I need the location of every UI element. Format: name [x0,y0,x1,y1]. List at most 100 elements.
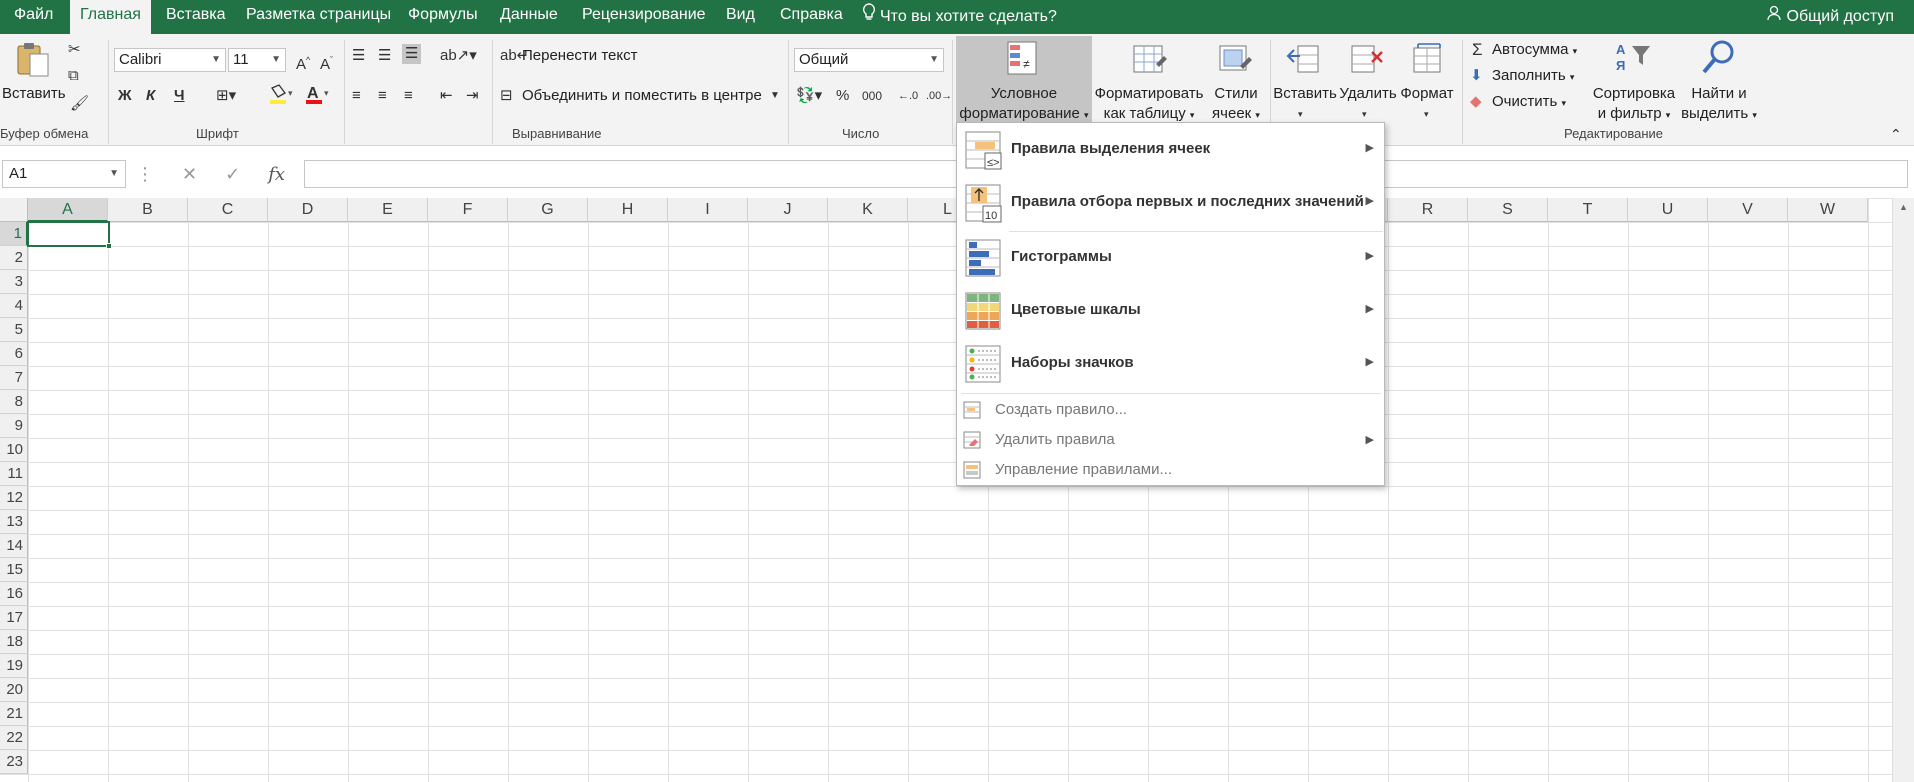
sort-filter-label-2[interactable]: и фильтр ▾ [1586,104,1682,125]
row-header[interactable]: 19 [0,654,28,678]
top-bottom-rules-item[interactable]: 10 Правила отбора первых и последних зна… [957,178,1384,230]
manage-rules-item[interactable]: Управление правилами... [957,455,1384,485]
tab-home[interactable]: Главная [70,0,151,34]
column-header[interactable]: T [1548,198,1628,222]
delete-cells-button[interactable]: Удалить [1336,84,1400,104]
column-header[interactable]: G [508,198,588,222]
row-header[interactable]: 4 [0,294,28,318]
number-format-select[interactable]: Общий ▼ [794,48,944,72]
copy-icon[interactable]: ⧉ [68,66,79,86]
column-header[interactable]: W [1788,198,1868,222]
sort-filter-label-1[interactable]: Сортировка [1586,84,1682,104]
column-header[interactable]: S [1468,198,1548,222]
column-header[interactable]: U [1628,198,1708,222]
increase-indent-icon[interactable]: ⇥ [466,86,479,106]
data-bars-item[interactable]: Гистограммы ▶ [957,233,1384,285]
format-cells-arrow[interactable]: ▾ [1424,104,1429,124]
fill-handle[interactable] [106,243,112,249]
scroll-up-icon[interactable]: ▲ [1893,202,1914,212]
vertical-scrollbar[interactable]: ▲ [1892,198,1914,782]
tab-data[interactable]: Данные [490,0,568,34]
row-header[interactable]: 6 [0,342,28,366]
cut-icon[interactable]: ✂ [68,40,81,60]
row-header[interactable]: 23 [0,750,28,774]
row-header[interactable]: 10 [0,438,28,462]
underline-button[interactable]: Ч [174,86,185,106]
row-header[interactable]: 7 [0,366,28,390]
align-right-icon[interactable]: ≡ [404,86,413,106]
column-header[interactable]: D [268,198,348,222]
row-header[interactable]: 18 [0,630,28,654]
enter-icon[interactable]: ✓ [225,164,240,185]
tab-insert[interactable]: Вставка [156,0,235,34]
format-painter-icon[interactable]: 🖌 [70,94,89,114]
column-header[interactable]: A [28,198,108,222]
font-size-select[interactable]: 11 ▼ [228,48,286,72]
name-box[interactable]: A1 ▼ [2,160,126,188]
merge-icon[interactable]: ⊟ [500,86,513,106]
format-cells-button[interactable]: Формат [1396,84,1458,104]
cancel-icon[interactable]: ✕ [182,164,197,185]
thousands-button[interactable]: 000 [862,86,882,106]
column-header[interactable]: R [1388,198,1468,222]
column-header[interactable]: H [588,198,668,222]
merge-center-button[interactable]: Объединить и поместить в центре [522,86,762,106]
row-header[interactable]: 14 [0,534,28,558]
fill-down-icon[interactable]: ⬇ [1470,66,1483,86]
tab-file[interactable]: Файл [4,0,63,34]
autosum-button[interactable]: Автосумма ▾ [1492,40,1577,61]
row-header[interactable]: 20 [0,678,28,702]
find-select-label-2[interactable]: выделить ▾ [1676,104,1762,125]
column-header[interactable]: K [828,198,908,222]
delete-cells-arrow[interactable]: ▾ [1362,104,1367,124]
column-header[interactable]: J [748,198,828,222]
color-scales-item[interactable]: Цветовые шкалы ▶ [957,286,1384,338]
cell-styles-label-1[interactable]: Стили [1206,84,1266,104]
font-name-select[interactable]: Calibri ▼ [114,48,226,72]
row-header[interactable]: 15 [0,558,28,582]
tell-me-box[interactable]: Что вы хотите сделать? [862,0,1057,34]
fill-color-icon[interactable]: ▾ [268,84,296,112]
font-color-icon[interactable]: A ▾ [304,84,332,112]
align-left-icon[interactable]: ≡ [352,86,361,106]
autosum-icon[interactable]: Σ [1472,40,1483,60]
tab-help[interactable]: Справка [770,0,853,34]
column-header[interactable]: I [668,198,748,222]
insert-cells-arrow[interactable]: ▾ [1298,104,1303,124]
borders-icon[interactable]: ⊞▾ [216,86,236,106]
tab-page-layout[interactable]: Разметка страницы [236,0,401,34]
insert-cells-button[interactable]: Вставить [1270,84,1340,104]
row-header[interactable]: 1 [0,222,28,246]
row-header[interactable]: 12 [0,486,28,510]
find-select-label-1[interactable]: Найти и [1676,84,1762,104]
fill-button[interactable]: Заполнить ▾ [1492,66,1574,87]
tab-view[interactable]: Вид [716,0,765,34]
column-header[interactable]: F [428,198,508,222]
share-button[interactable]: Общий доступ [1766,0,1894,34]
format-table-label-1[interactable]: Форматировать [1092,84,1206,104]
collapse-ribbon-icon[interactable]: ⌃ [1890,124,1902,144]
row-header[interactable]: 13 [0,510,28,534]
row-header[interactable]: 9 [0,414,28,438]
italic-button[interactable]: К [146,86,155,106]
merge-dropdown-arrow[interactable]: ▼ [770,86,780,106]
row-header[interactable]: 3 [0,270,28,294]
row-header[interactable]: 17 [0,606,28,630]
row-header[interactable]: 2 [0,246,28,270]
column-header[interactable]: V [1708,198,1788,222]
align-middle-icon[interactable]: ☰ [378,46,391,66]
row-header[interactable]: 22 [0,726,28,750]
column-header[interactable]: C [188,198,268,222]
active-cell[interactable] [27,221,112,249]
clipboard-icon[interactable] [14,40,54,84]
decrease-decimal-icon[interactable]: .00→ [926,86,952,106]
column-header[interactable]: B [108,198,188,222]
bold-button[interactable]: Ж [118,86,132,106]
icon-sets-item[interactable]: Наборы значков ▶ [957,339,1384,391]
increase-decimal-icon[interactable]: ←.0 [898,86,918,106]
currency-icon[interactable]: 💱▾ [796,86,822,106]
align-top-icon[interactable]: ☰ [352,46,365,66]
paste-button[interactable]: Вставить [2,84,66,104]
decrease-indent-icon[interactable]: ⇤ [440,86,453,106]
wrap-text-button[interactable]: Перенести текст [522,46,638,66]
